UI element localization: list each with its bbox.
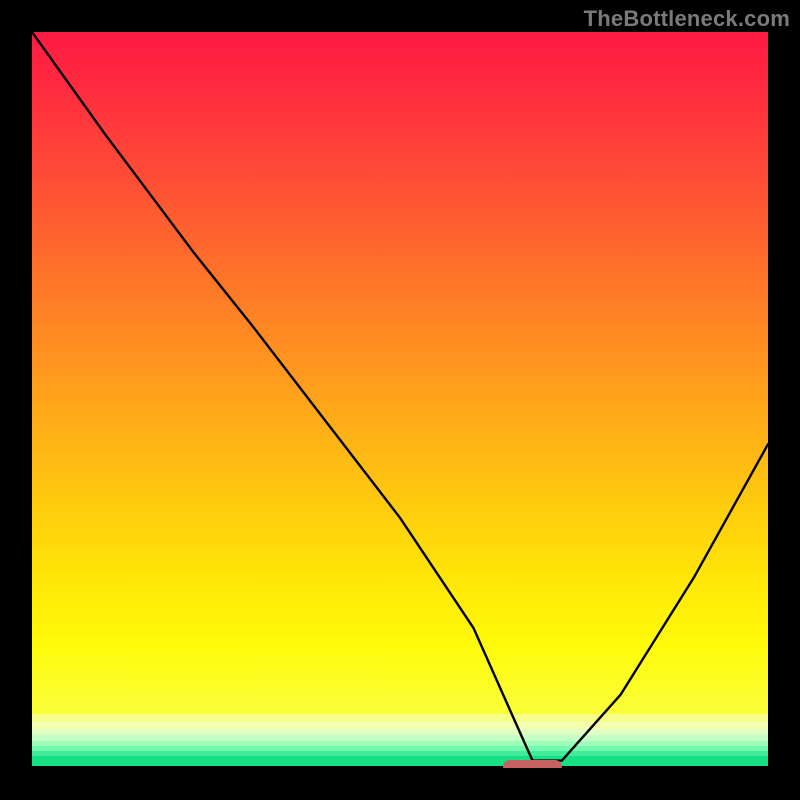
watermark-text: TheBottleneck.com: [584, 6, 790, 32]
optimal-marker: [503, 760, 562, 768]
chart-frame: TheBottleneck.com: [0, 0, 800, 800]
plot-area: [32, 32, 768, 768]
gradient-band: [32, 722, 768, 729]
gradient-band: [32, 714, 768, 722]
gradient-background: [32, 32, 768, 714]
baseline: [32, 766, 768, 768]
